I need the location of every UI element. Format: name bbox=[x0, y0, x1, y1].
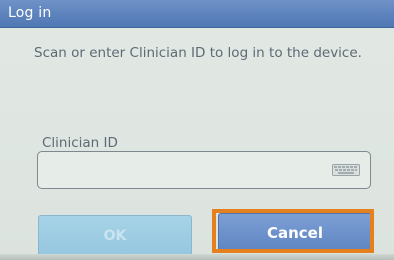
login-dialog: Log in Scan or enter Clinician ID to log… bbox=[0, 0, 394, 260]
keyboard-icon[interactable] bbox=[332, 164, 360, 176]
clinician-id-label: Clinician ID bbox=[42, 135, 118, 151]
ok-button[interactable]: OK bbox=[38, 215, 192, 256]
clinician-id-input[interactable] bbox=[37, 151, 371, 189]
screen-bottom-edge bbox=[0, 254, 394, 260]
dialog-title: Log in bbox=[8, 5, 52, 21]
cancel-button[interactable]: Cancel bbox=[218, 213, 372, 252]
dialog-title-bar: Log in bbox=[0, 0, 394, 28]
login-instructions: Scan or enter Clinician ID to log in to … bbox=[34, 45, 362, 61]
